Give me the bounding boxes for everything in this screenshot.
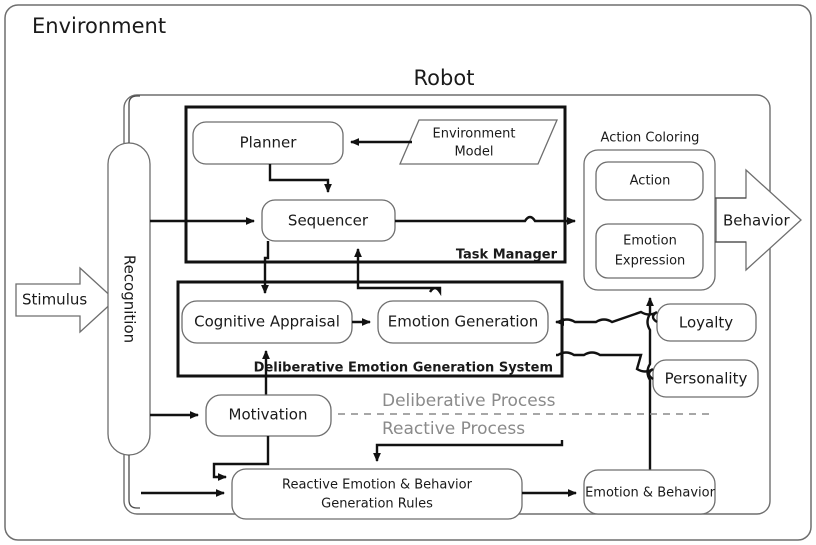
reactive-rules-label-line1: Reactive Emotion & Behavior [282,478,473,493]
reactive-rules-node[interactable] [231,468,523,520]
environment-model-label-line2: Model [454,145,493,160]
sequencer-label: Sequencer [288,212,369,230]
loyalty-label: Loyalty [679,314,733,332]
planner-label: Planner [240,134,298,152]
environment-label: Environment [32,14,166,38]
task-manager-label: Task Manager [456,248,558,263]
environment-model-label-line1: Environment [432,127,515,142]
robot-label: Robot [414,66,475,90]
architecture-diagram: Environment Robot Stimulus Behavior Reco… [4,4,812,541]
reactive-process-label: Reactive Process [382,419,525,439]
emotion-behavior-label: Emotion & Behavior [585,486,716,501]
action-coloring-label: Action Coloring [601,131,700,146]
emotion-expression-label-line2: Expression [615,254,686,269]
deliberative-system-label: Deliberative Emotion Generation System [254,361,553,376]
reactive-rules-label-line2: Generation Rules [321,497,433,512]
action-label: Action [630,174,671,189]
emotion-expression-node[interactable] [595,223,704,279]
emotion-expression-label-line1: Emotion [623,234,677,249]
deliberative-process-label: Deliberative Process [382,391,556,411]
motivation-label: Motivation [229,406,308,424]
personality-label: Personality [665,370,748,388]
emotion-generation-label: Emotion Generation [388,313,538,331]
recognition-label: Recognition [121,255,139,343]
behavior-label: Behavior [723,212,790,230]
cognitive-appraisal-label: Cognitive Appraisal [194,313,340,331]
stimulus-label: Stimulus [22,291,87,309]
